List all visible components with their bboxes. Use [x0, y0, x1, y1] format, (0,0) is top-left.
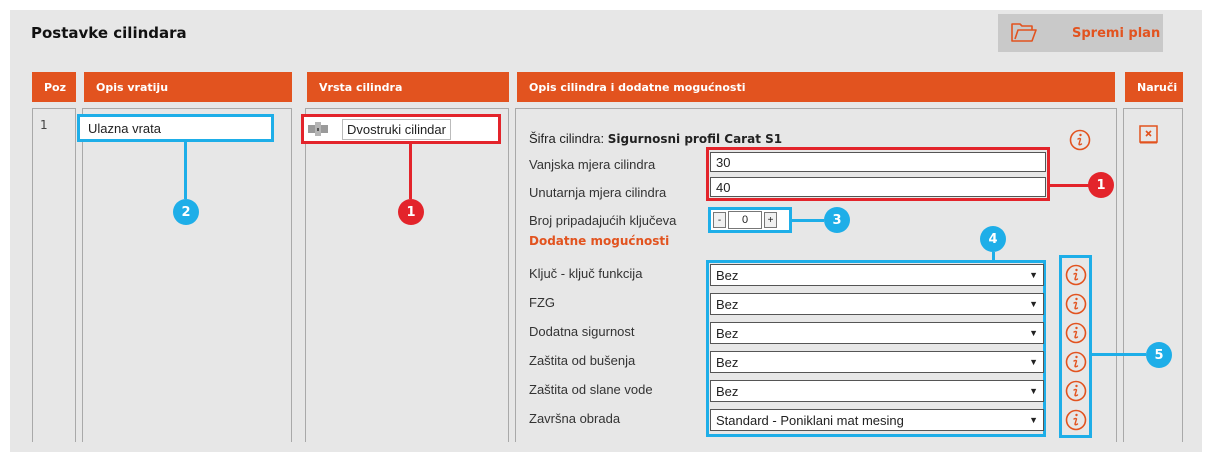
connector-line [184, 142, 187, 199]
option-label-key-function: Ključ - ključ funkcija [529, 266, 643, 281]
folder-open-icon [1011, 23, 1037, 42]
option-value: Bez [716, 325, 739, 341]
chevron-down-icon: ▼ [1029, 357, 1038, 367]
col-header-poz: Poz [32, 72, 76, 102]
keys-count-input[interactable] [728, 211, 762, 229]
save-plan-label: Spremi plan [1072, 25, 1161, 41]
col-header-type: Vrsta cilindra [307, 72, 509, 102]
keys-quantity-stepper[interactable]: - + [708, 207, 792, 233]
cell-poz [32, 108, 76, 442]
cell-order [1123, 108, 1183, 442]
chevron-down-icon: ▼ [1029, 299, 1038, 309]
col-header-description: Opis cilindra i dodatne mogućnosti [517, 72, 1115, 102]
connector-line [792, 219, 824, 222]
option-select-fzg[interactable]: Bez ▼ [710, 293, 1044, 315]
cell-door [82, 108, 292, 442]
option-label-finish: Završna obrada [529, 411, 621, 426]
cylinder-icon [308, 122, 328, 136]
row-position: 1 [40, 118, 48, 132]
option-value: Bez [716, 267, 739, 283]
option-value: Standard - Poniklani mat mesing [716, 412, 904, 428]
option-label-fzg: FZG [529, 295, 555, 310]
callout-marker: 1 [1088, 172, 1114, 198]
info-icon[interactable] [1065, 264, 1087, 286]
option-select-extra-security[interactable]: Bez ▼ [710, 322, 1044, 344]
keys-decrement-button[interactable]: - [713, 212, 726, 228]
info-icon[interactable] [1065, 380, 1087, 402]
callout-marker: 1 [398, 199, 424, 225]
info-icon[interactable] [1065, 293, 1087, 315]
keys-increment-button[interactable]: + [764, 212, 777, 228]
connector-line [992, 252, 995, 262]
option-label-extra-security: Dodatna sigurnost [529, 324, 635, 339]
cylinder-code-value: Sigurnosni profil Carat S1 [607, 132, 783, 146]
cylinder-code: Šifra cilindra: Sigurnosni profil Carat … [529, 131, 782, 146]
option-value: Bez [716, 354, 739, 370]
callout-marker: 3 [824, 207, 850, 233]
cell-type [305, 108, 509, 442]
page-title: Postavke cilindara [31, 24, 187, 42]
inner-size-input[interactable] [710, 177, 1046, 197]
chevron-down-icon: ▼ [1029, 270, 1038, 280]
cylinder-code-label: Šifra cilindra: [529, 131, 605, 146]
option-label-drill-protection: Zaštita od bušenja [529, 353, 636, 368]
option-select-saltwater-protection[interactable]: Bez ▼ [710, 380, 1044, 402]
info-icon[interactable] [1069, 129, 1091, 151]
connector-line [409, 144, 412, 199]
callout-marker: 2 [173, 199, 199, 225]
cylinder-type-label: Dvostruki cilindar [342, 118, 451, 140]
col-header-order: Naruči [1125, 72, 1183, 102]
inner-size-label: Unutarnja mjera cilindra [529, 185, 667, 200]
option-select-key-function[interactable]: Bez ▼ [710, 264, 1044, 286]
outer-size-input[interactable] [710, 152, 1046, 172]
cylinder-type-selector[interactable]: Dvostruki cilindar [301, 114, 501, 144]
chevron-down-icon: ▼ [1029, 415, 1038, 425]
callout-marker: 4 [980, 226, 1006, 252]
connector-line [1092, 353, 1146, 356]
info-icon[interactable] [1065, 351, 1087, 373]
save-plan-button[interactable]: Spremi plan [998, 14, 1163, 52]
remove-row-icon[interactable] [1139, 124, 1159, 144]
outer-size-label: Vanjska mjera cilindra [529, 157, 656, 172]
callout-marker: 5 [1146, 342, 1172, 368]
option-select-drill-protection[interactable]: Bez ▼ [710, 351, 1044, 373]
chevron-down-icon: ▼ [1029, 328, 1038, 338]
option-value: Bez [716, 296, 739, 312]
chevron-down-icon: ▼ [1029, 386, 1038, 396]
option-select-finish[interactable]: Standard - Poniklani mat mesing ▼ [710, 409, 1044, 431]
keys-count-label: Broj pripadajućih ključeva [529, 213, 677, 228]
info-icon[interactable] [1065, 322, 1087, 344]
option-value: Bez [716, 383, 739, 399]
col-header-door: Opis vratiju [84, 72, 292, 102]
option-label-saltwater-protection: Zaštita od slane vode [529, 382, 653, 397]
connector-line [1050, 184, 1090, 187]
info-icon[interactable] [1065, 409, 1087, 431]
door-description-input[interactable] [77, 114, 274, 142]
extras-title: Dodatne mogućnosti [529, 234, 670, 248]
